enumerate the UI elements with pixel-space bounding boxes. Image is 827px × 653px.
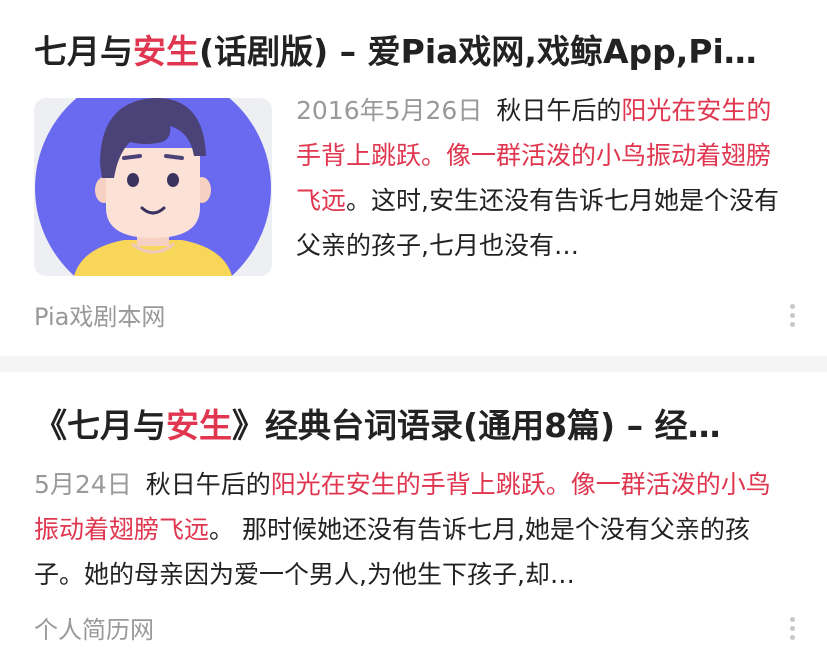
title-text: 》经典台词语录(通用8篇) – 经… [232,406,721,445]
result-thumbnail[interactable] [34,98,272,276]
title-text: 七月与 [34,32,133,71]
title-highlight: 安生 [133,32,199,71]
title-highlight: 安生 [166,406,232,445]
result-date: 5月24日 [34,470,132,499]
title-text: (话剧版) – 爱Pia戏网,戏鲸App,Pi… [199,32,757,71]
result-date: 2016年5月26日 [296,96,483,125]
search-result-card[interactable]: 七月与安生(话剧版) – 爱Pia戏网,戏鲸App,Pi… 2016年5月26日… [0,0,827,356]
snippet-text: 。 那时候她还没有告诉七月,她是个没有父亲的孩子。她的母亲因为爱一个男人,为他生… [34,515,750,589]
result-source[interactable]: 个人简历网 [34,615,154,645]
result-title-link[interactable]: 七月与安生(话剧版) – 爱Pia戏网,戏鲸App,Pi… [34,30,787,74]
result-source[interactable]: Pia戏剧本网 [34,302,165,332]
more-vertical-icon[interactable] [786,304,798,334]
snippet-text: 秋日午后的 [145,470,271,499]
title-text: 《七月与 [34,406,166,445]
result-title-link[interactable]: 《七月与安生》经典台词语录(通用8篇) – 经… [34,404,787,448]
result-snippet: 2016年5月26日 秋日午后的阳光在安生的手背上跳跃。像一群活泼的小鸟振动着翅膀… [296,88,786,268]
more-vertical-icon[interactable] [786,617,798,647]
card-divider [0,356,827,372]
boy-avatar-illustration-icon [35,98,271,276]
snippet-highlight: 阳光在安生的手背上跳跃。像一群活泼的小鸟振动着翅膀飞远 [34,470,771,544]
result-snippet: 5月24日 秋日午后的阳光在安生的手背上跳跃。像一群活泼的小鸟振动着翅膀飞远。 那… [34,462,789,597]
snippet-text: 。这时,安生还没有告诉七月她是个没有父亲的孩子,七月也没有… [296,186,779,260]
snippet-text: 秋日午后的 [496,96,622,125]
